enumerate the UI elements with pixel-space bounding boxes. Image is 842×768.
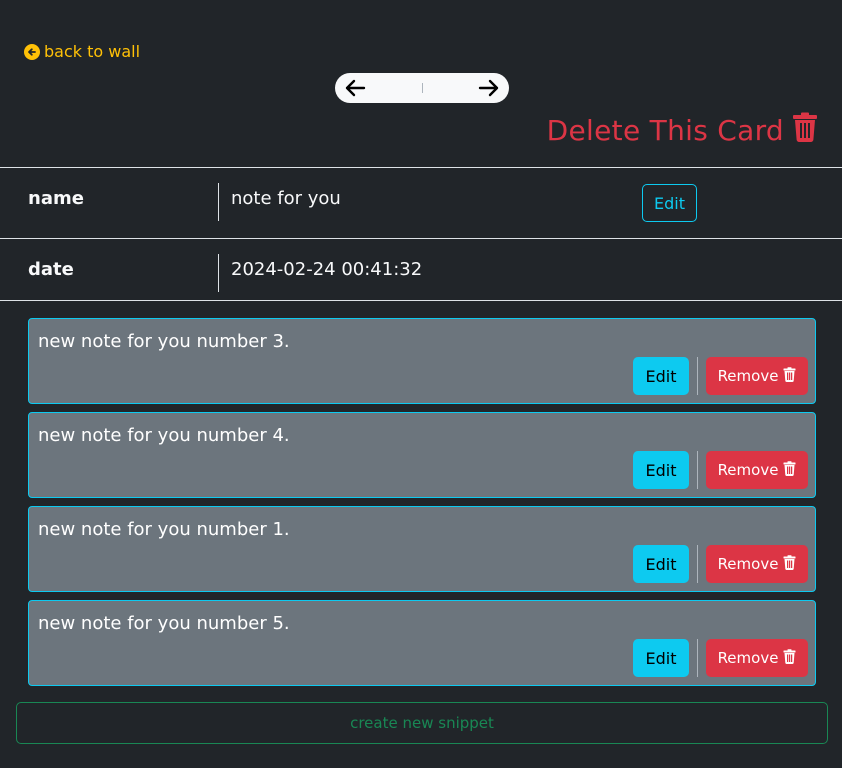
card-navigation [335, 73, 509, 103]
trash-icon [792, 112, 818, 149]
remove-snippet-button[interactable]: Remove [706, 451, 808, 489]
delete-card-button[interactable]: Delete This Card [547, 112, 818, 149]
field-value: 2024-02-24 00:41:32 [231, 259, 423, 280]
remove-label: Remove [717, 649, 779, 667]
remove-snippet-button[interactable]: Remove [706, 639, 808, 677]
remove-label: Remove [717, 367, 779, 385]
snippet-text: new note for you number 5. [38, 613, 290, 634]
edit-name-button[interactable]: Edit [642, 184, 697, 222]
edit-snippet-button[interactable]: Edit [633, 639, 689, 677]
snippet-text: new note for you number 4. [38, 425, 290, 446]
field-separator [218, 254, 219, 292]
trash-icon [783, 366, 796, 386]
snippet-card: new note for you number 1. Edit Remove [28, 506, 816, 592]
trash-icon [783, 460, 796, 480]
previous-card-arrow-icon[interactable] [343, 76, 367, 100]
remove-label: Remove [717, 461, 779, 479]
name-field-row: name note for you Edit [0, 168, 842, 238]
snippet-card: new note for you number 5. Edit Remove [28, 600, 816, 686]
remove-snippet-button[interactable]: Remove [706, 357, 808, 395]
back-to-wall-link[interactable]: back to wall [24, 42, 140, 61]
next-card-arrow-icon[interactable] [477, 76, 501, 100]
edit-snippet-button[interactable]: Edit [633, 545, 689, 583]
edit-snippet-button[interactable]: Edit [633, 451, 689, 489]
button-separator [697, 639, 698, 677]
trash-icon [783, 554, 796, 574]
button-separator [697, 357, 698, 395]
field-label: name [28, 188, 84, 209]
nav-divider [421, 83, 423, 93]
trash-icon [783, 648, 796, 668]
arrow-left-circle-icon [24, 43, 40, 60]
back-to-wall-label: back to wall [44, 42, 141, 61]
field-value: note for you [231, 188, 341, 209]
button-separator [697, 545, 698, 583]
snippet-text: new note for you number 3. [38, 331, 290, 352]
field-label: date [28, 259, 74, 280]
remove-label: Remove [717, 555, 779, 573]
delete-card-label: Delete This Card [546, 114, 784, 147]
snippet-card: new note for you number 3. Edit Remove [28, 318, 816, 404]
field-separator [218, 183, 219, 221]
button-separator [697, 451, 698, 489]
snippet-text: new note for you number 1. [38, 519, 290, 540]
edit-snippet-button[interactable]: Edit [633, 357, 689, 395]
date-field-row: date 2024-02-24 00:41:32 [0, 239, 842, 309]
create-new-snippet-button[interactable]: create new snippet [16, 702, 828, 744]
divider-line [0, 300, 842, 301]
snippet-card: new note for you number 4. Edit Remove [28, 412, 816, 498]
remove-snippet-button[interactable]: Remove [706, 545, 808, 583]
